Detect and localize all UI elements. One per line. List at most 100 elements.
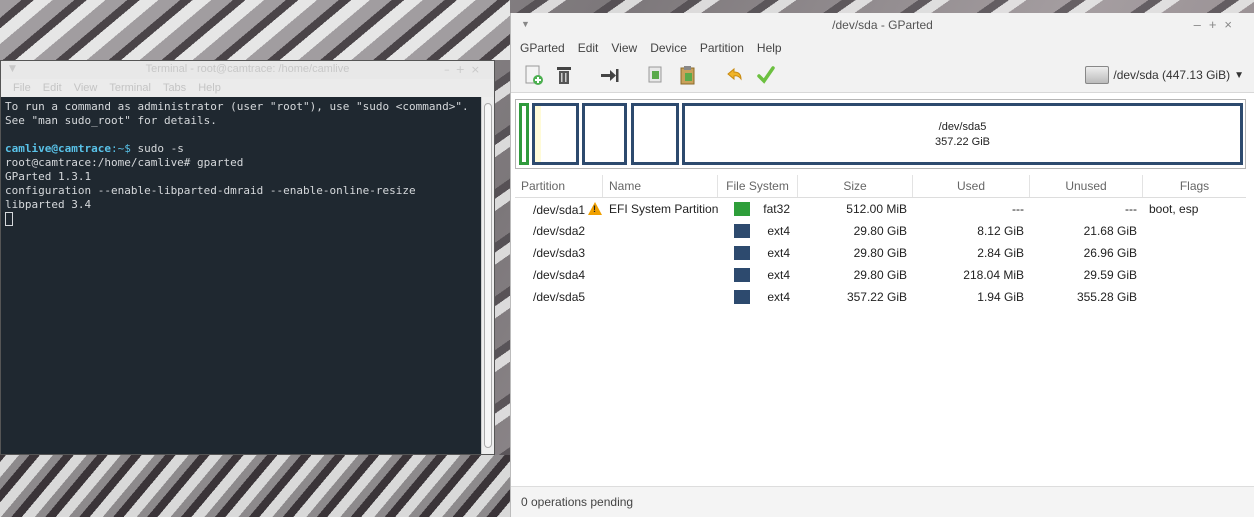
partition-map-sda4[interactable]: [631, 103, 679, 165]
filesystem-type: ext4: [767, 246, 790, 260]
partition-map-label-size: 357.22 GiB: [934, 136, 991, 148]
terminal-scrollbar[interactable]: [481, 97, 494, 454]
apply-button[interactable]: [755, 64, 777, 86]
cell-partition: /dev/sda1!: [515, 201, 603, 217]
terminal-line: See "man sudo_root" for details.: [5, 114, 217, 127]
terminal-line: GParted 1.3.1: [5, 170, 92, 183]
chevron-down-icon: ▼: [1234, 69, 1244, 81]
gparted-window[interactable]: ▼ /dev/sda - GParted –+× GParted Edit Vi…: [510, 13, 1254, 517]
cell-filesystem: ext4: [718, 268, 798, 282]
partition-map-sda1[interactable]: [519, 103, 529, 165]
cell-used: 8.12 GiB: [977, 224, 1024, 238]
maximize-icon[interactable]: +: [1209, 17, 1225, 32]
filesystem-color-swatch: [734, 290, 750, 304]
window-controls[interactable]: –+×: [1194, 17, 1240, 32]
cell-filesystem: ext4: [718, 246, 798, 260]
terminal-titlebar[interactable]: ▼ Terminal - root@camtrace: /home/camliv…: [1, 61, 494, 79]
cell-size: 29.80 GiB: [853, 268, 907, 282]
terminal-output[interactable]: To run a command as administrator (user …: [1, 97, 482, 454]
menu-help[interactable]: Help: [198, 82, 221, 94]
partition-map-label-name: /dev/sda5: [938, 121, 987, 133]
device-selector[interactable]: /dev/sda (447.13 GiB) ▼: [1085, 64, 1244, 86]
undo-button[interactable]: [723, 64, 745, 86]
close-icon[interactable]: ×: [471, 63, 486, 76]
column-header-size[interactable]: Size: [798, 175, 913, 197]
table-row[interactable]: /dev/sda5 ext4 357.22 GiB 1.94 GiB 355.28 Gi…: [515, 286, 1246, 308]
minimize-icon[interactable]: –: [444, 63, 456, 76]
device-label: /dev/sda (447.13 GiB): [1113, 68, 1231, 82]
partition-path: /dev/sda3: [533, 246, 586, 260]
cell-partition: /dev/sda5: [515, 290, 603, 304]
menu-partition[interactable]: Partition: [700, 41, 744, 55]
cell-partition: /dev/sda2: [515, 224, 603, 238]
terminal-window[interactable]: ▼ Terminal - root@camtrace: /home/camliv…: [0, 60, 495, 455]
cell-used: ---: [1012, 202, 1024, 216]
terminal-cursor: [5, 212, 13, 226]
column-header-partition[interactable]: Partition: [515, 175, 603, 197]
partition-path: /dev/sda1: [533, 202, 586, 217]
terminal-cursor-line: [5, 212, 478, 228]
table-row[interactable]: /dev/sda4 ext4 29.80 GiB 218.04 MiB 29.59 Gi…: [515, 264, 1246, 286]
cell-used: 1.94 GiB: [977, 290, 1024, 304]
column-header-name[interactable]: Name: [603, 175, 718, 197]
menu-device[interactable]: Device: [650, 41, 687, 55]
maximize-icon[interactable]: +: [456, 63, 471, 76]
resize-move-button[interactable]: [599, 64, 621, 86]
partition-map-sda5[interactable]: /dev/sda5 357.22 GiB: [682, 103, 1243, 165]
paste-button[interactable]: [677, 64, 699, 86]
terminal-line: configuration --enable-libparted-dmraid …: [5, 184, 416, 197]
filesystem-color-swatch: [734, 246, 750, 260]
menu-view[interactable]: View: [611, 41, 637, 55]
new-partition-button[interactable]: [523, 64, 545, 86]
menu-edit[interactable]: Edit: [578, 41, 599, 55]
minimize-icon[interactable]: –: [1194, 17, 1209, 32]
cell-size: 512.00 MiB: [846, 202, 907, 216]
delete-icon: [557, 67, 571, 84]
partition-map-sda2[interactable]: [532, 103, 579, 165]
delete-button[interactable]: [553, 64, 575, 86]
menu-edit[interactable]: Edit: [43, 82, 62, 94]
disk-icon: [1085, 66, 1110, 84]
terminal-menubar: File Edit View Terminal Tabs Help: [1, 79, 494, 97]
desktop-background-top: [0, 0, 510, 60]
prompt-command: sudo -s: [130, 142, 184, 155]
terminal-line: To run a command as administrator (user …: [5, 100, 469, 113]
gparted-titlebar[interactable]: ▼ /dev/sda - GParted –+×: [511, 13, 1254, 38]
partition-path: /dev/sda2: [533, 224, 586, 238]
menu-view[interactable]: View: [74, 82, 98, 94]
apply-icon: [757, 66, 775, 84]
cell-unused: 26.96 GiB: [1083, 246, 1137, 260]
gparted-title: /dev/sda - GParted: [832, 18, 933, 32]
cell-used: 218.04 MiB: [963, 268, 1024, 282]
cell-name: EFI System Partition: [609, 202, 718, 216]
menu-gparted[interactable]: GParted: [520, 41, 565, 55]
column-header-used[interactable]: Used: [913, 175, 1030, 197]
table-row[interactable]: /dev/sda1! EFI System Partition fat32 512.0…: [515, 198, 1246, 220]
filesystem-type: ext4: [767, 290, 790, 304]
cell-unused: 21.68 GiB: [1083, 224, 1137, 238]
column-header-flags[interactable]: Flags: [1143, 175, 1246, 197]
menu-tabs[interactable]: Tabs: [163, 82, 186, 94]
menu-terminal[interactable]: Terminal: [109, 82, 151, 94]
menu-file[interactable]: File: [13, 82, 31, 94]
column-header-unused[interactable]: Unused: [1030, 175, 1143, 197]
close-icon[interactable]: ×: [1224, 17, 1240, 32]
partition-map-sda3[interactable]: [582, 103, 627, 165]
terminal-prompt-line: camlive@camtrace:~$ sudo -s: [5, 142, 478, 156]
resize-move-icon: [601, 69, 619, 82]
filesystem-type: fat32: [763, 202, 790, 216]
table-row[interactable]: /dev/sda2 ext4 29.80 GiB 8.12 GiB 21.68 GiB: [515, 220, 1246, 242]
table-row[interactable]: /dev/sda3 ext4 29.80 GiB 2.84 GiB 26.96 GiB: [515, 242, 1246, 264]
scrollbar-thumb[interactable]: [484, 103, 492, 448]
column-header-filesystem[interactable]: File System: [718, 175, 798, 197]
prompt-path: :~$: [110, 142, 131, 155]
window-controls[interactable]: –+×: [444, 63, 486, 76]
partition-table: Partition Name File System Size Used Unu…: [515, 175, 1246, 475]
cell-flags: boot, esp: [1149, 202, 1199, 216]
copy-button[interactable]: [645, 64, 667, 86]
cell-size: 29.80 GiB: [853, 246, 907, 260]
status-bar: 0 operations pending: [511, 486, 1254, 517]
menu-help[interactable]: Help: [757, 41, 782, 55]
table-body: /dev/sda1! EFI System Partition fat32 512.0…: [515, 198, 1246, 308]
